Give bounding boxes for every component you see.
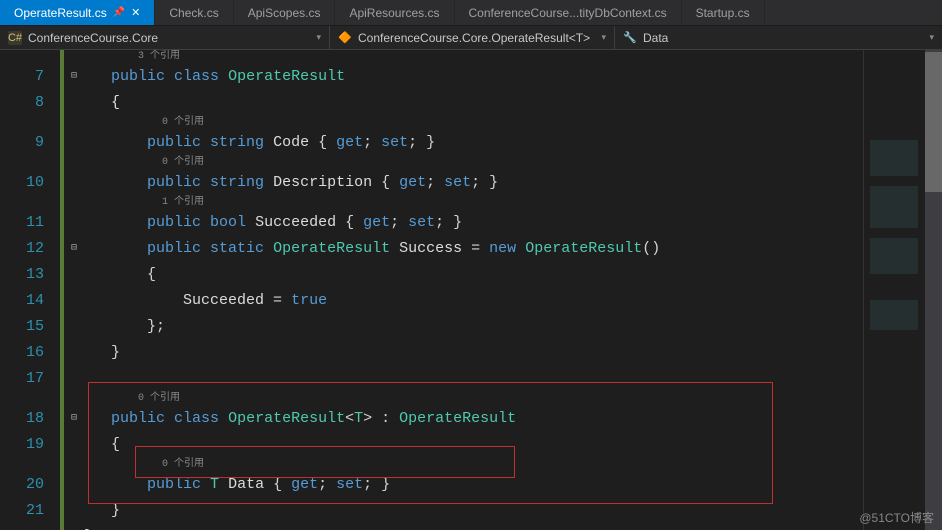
close-icon[interactable]: ✕ [131,6,140,19]
watermark: @51CTO博客 [859,509,934,526]
scroll-thumb[interactable] [925,52,942,192]
tab-check[interactable]: Check.cs [155,0,233,25]
class-icon: 🔶 [338,31,352,45]
fold-icon[interactable]: ⊟ [64,64,84,90]
pin-icon: 📌 [113,7,125,18]
breadcrumb: C# ConferenceCourse.Core ▾ 🔶 ConferenceC… [0,26,942,50]
chevron-down-icon: ▾ [929,32,934,43]
fold-icon[interactable]: ⊟ [64,236,84,262]
vertical-scrollbar[interactable] [925,50,942,530]
code-line: public class OperateResult [84,64,345,90]
chevron-down-icon: ▾ [316,32,321,43]
line-number: 7 [0,64,60,90]
tab-apiscopes[interactable]: ApiScopes.cs [234,0,336,25]
fold-icon[interactable]: ⊟ [64,406,84,432]
breadcrumb-project[interactable]: C# ConferenceCourse.Core ▾ [0,26,330,49]
tab-label: OperateResult.cs [14,6,107,20]
wrench-icon: 🔧 [623,31,637,45]
breadcrumb-member[interactable]: 🔧 Data ▾ [615,26,942,49]
tab-apiresources[interactable]: ApiResources.cs [335,0,454,25]
csharp-icon: C# [8,31,22,45]
code-editor[interactable]: 3 个引用 7⊟ public class OperateResult 8 { … [0,50,863,530]
editor-tabs: OperateResult.cs 📌 ✕ Check.cs ApiScopes.… [0,0,942,26]
breadcrumb-type[interactable]: 🔶 ConferenceCourse.Core.OperateResult<T>… [330,26,615,49]
chevron-down-icon: ▾ [601,32,606,43]
tab-startup[interactable]: Startup.cs [682,0,765,25]
tab-operateresult[interactable]: OperateResult.cs 📌 ✕ [0,0,155,25]
minimap[interactable] [863,50,925,530]
tab-dbcontext[interactable]: ConferenceCourse...tityDbContext.cs [455,0,682,25]
